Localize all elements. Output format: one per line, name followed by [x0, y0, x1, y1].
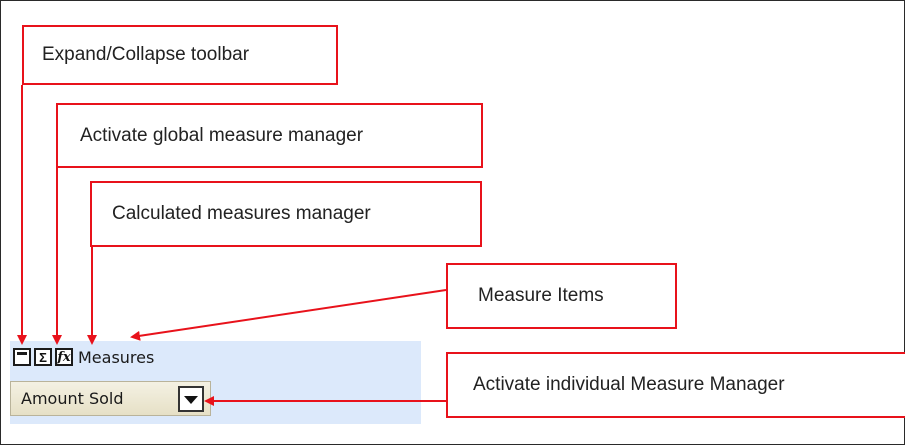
callout-expand-collapse: Expand/Collapse toolbar — [22, 25, 338, 85]
callout-global-measure-manager-text: Activate global measure manager — [80, 124, 364, 146]
callout-expand-collapse-text: Expand/Collapse toolbar — [42, 44, 250, 65]
callout-measure-items-text: Measure Items — [478, 285, 604, 306]
callout-calculated-measures-manager-text: Calculated measures manager — [112, 203, 371, 224]
callout-global-measure-manager: Activate global measure manager — [56, 103, 483, 168]
callout-individual-measure-manager: Activate individual Measure Manager — [446, 352, 905, 418]
measures-toolbar: Σ fx Measures — [13, 346, 154, 368]
callout-calculated-measures-manager: Calculated measures manager — [90, 181, 482, 247]
callout-individual-measure-manager-text: Activate individual Measure Manager — [473, 374, 785, 395]
sigma-icon[interactable]: Σ — [34, 348, 52, 366]
expand-collapse-icon[interactable] — [13, 348, 31, 366]
fx-icon[interactable]: fx — [55, 348, 73, 366]
dropdown-arrow-icon[interactable] — [178, 385, 204, 412]
measures-label: Measures — [78, 347, 155, 367]
callout-measure-items: Measure Items — [446, 263, 677, 329]
measure-item-amount-sold[interactable]: Amount Sold — [10, 381, 211, 416]
measures-panel: Σ fx Measures Amount Sold — [10, 341, 421, 424]
measure-item-label: Amount Sold — [21, 389, 124, 408]
